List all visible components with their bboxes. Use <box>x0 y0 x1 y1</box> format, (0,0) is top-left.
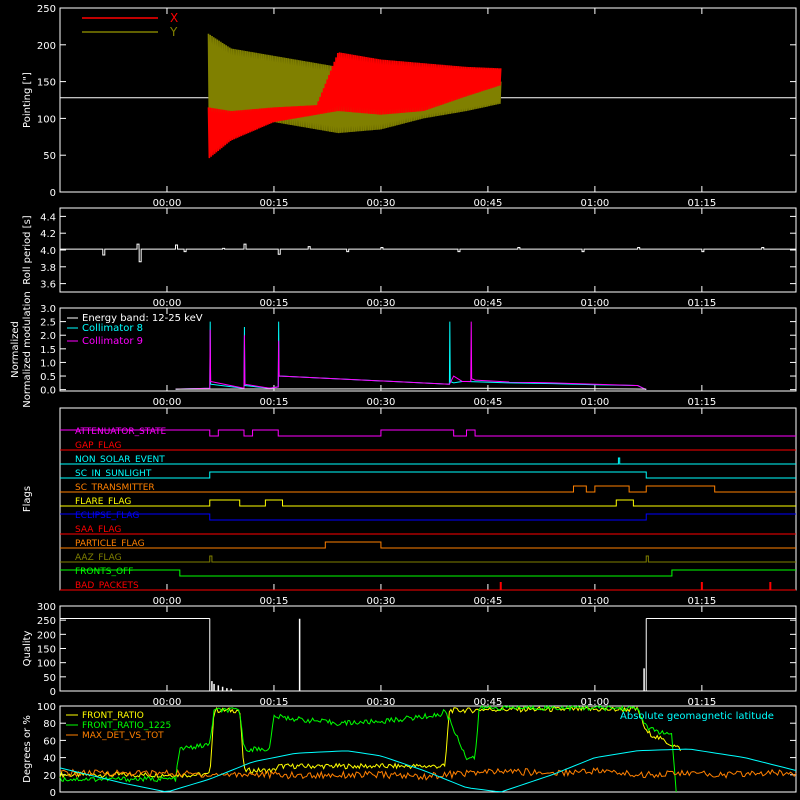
pointing-legend-label-y: Y <box>169 25 178 39</box>
panel-2-xtick-label: 00:45 <box>473 397 502 408</box>
panel-1-ytick-label: 3.8 <box>40 263 56 274</box>
panel-2-ytick-label: 1.0 <box>40 358 56 369</box>
modulation-legend-label-2: Collimator 9 <box>82 336 143 347</box>
panel-3-xtick-label: 00:30 <box>367 596 396 607</box>
panel-0-ytick-label: 50 <box>43 151 56 162</box>
panel-1-ylabel: Roll period [s] <box>22 215 33 284</box>
panel-4-ytick-label: 100 <box>37 659 56 670</box>
panel-3-xtick-label: 01:00 <box>580 596 609 607</box>
panel-1-xtick-label: 00:45 <box>473 298 502 309</box>
panel-0-xtick-label: 00:15 <box>260 198 289 209</box>
panel-0-ylabel: Pointing ["] <box>22 72 33 128</box>
panel-1-xtick-label: 00:30 <box>367 298 396 309</box>
panel-4-ytick-label: 250 <box>37 616 56 627</box>
panel-5-ytick-label: 0 <box>50 788 56 799</box>
panel-1-xtick-label: 00:00 <box>153 298 182 309</box>
panel-3-xtick-label: 00:15 <box>260 596 289 607</box>
degrees-legend-label-1: FRONT_RATIO_1225 <box>82 721 171 731</box>
panel-1-ytick-label: 3.6 <box>40 280 56 291</box>
panel-2-ylabel: Normalized modulation <box>22 291 33 408</box>
panel-0-xtick-label: 01:15 <box>687 198 716 209</box>
flag-label-attenuator_state: ATTENUATOR_STATE <box>75 427 167 437</box>
panel-5-ytick-label: 80 <box>43 719 56 730</box>
panel-5-ytick-label: 100 <box>37 702 56 713</box>
panel-2-xtick-label: 00:30 <box>367 397 396 408</box>
panel-0-xtick-label: 00:30 <box>367 198 396 209</box>
panel-2-xtick-label: 01:00 <box>580 397 609 408</box>
panel-5-ytick-label: 20 <box>43 771 56 782</box>
panel-2-ytick-label: 3.0 <box>40 304 56 315</box>
panel-5-ytick-label: 40 <box>43 754 56 765</box>
degrees-legend-label-0: FRONT_RATIO <box>82 711 144 721</box>
panel-0-xtick-label: 00:00 <box>153 198 182 209</box>
flag-label-eclipse_flag: ECLIPSE_FLAG <box>75 511 139 521</box>
panel-4-ylabel: Quality <box>22 631 33 667</box>
panel-0-xtick-label: 01:00 <box>580 198 609 209</box>
panel-5-ylabel: Degrees or % <box>22 715 33 783</box>
panel-3-xtick-label: 01:15 <box>687 596 716 607</box>
panel-3-xtick-label: 00:00 <box>153 596 182 607</box>
panel-2-ytick-label: 2.5 <box>40 318 56 329</box>
panel-1-xtick-label: 01:15 <box>687 298 716 309</box>
panel-2-ytick-label: 1.5 <box>40 345 56 356</box>
panel-4-ytick-label: 200 <box>37 630 56 641</box>
figure: 00:00 00:15 00:30 00:45 01:00 01:15 0 50 100 150 2… <box>0 0 800 800</box>
panel-3-ylabel: Flags <box>22 486 33 512</box>
panel-2-xtick-label: 01:15 <box>687 397 716 408</box>
degrees-legend-label-3: Absolute geomagnetic latitude <box>620 711 774 722</box>
panel-2-ytick-label: 0.0 <box>40 386 56 397</box>
panel-4-ytick-label: 0 <box>50 687 56 698</box>
degrees-legend-label-2: MAX_DET_VS_TOT <box>82 731 164 741</box>
pointing-legend-label-x: X <box>170 11 178 25</box>
panel-0-ytick-label: 0 <box>50 188 56 199</box>
panel-2-ytick-label: 0.5 <box>40 372 56 383</box>
panel-5-ytick-label: 60 <box>43 736 56 747</box>
panel-0-ytick-label: 100 <box>37 114 56 125</box>
panel-1-ytick-label: 4.0 <box>40 246 56 257</box>
panel-1-ytick-label: 4.2 <box>40 229 56 240</box>
panel-1-xtick-label: 01:00 <box>580 298 609 309</box>
panel-2-xtick-label: 00:15 <box>260 397 289 408</box>
panel-4-ytick-label: 50 <box>43 673 56 684</box>
panel-3-xtick-label: 00:45 <box>473 596 502 607</box>
panel-4-ytick-label: 150 <box>37 645 56 656</box>
panel-0-ytick-label: 200 <box>37 41 56 52</box>
panel-4-ytick-label: 300 <box>37 602 56 613</box>
modulation-legend-label-1: Collimator 8 <box>82 323 143 334</box>
panel-0-ytick-label: 250 <box>37 4 56 15</box>
panel-0-ytick-label: 150 <box>37 78 56 89</box>
panel-0-xtick-label: 00:45 <box>473 198 502 209</box>
panel-2-ytick-label: 2.0 <box>40 331 56 342</box>
modulation-ylabel-line1: Normalized <box>10 321 21 378</box>
flag-label-fronts_off: FRONTS_OFF <box>75 567 133 577</box>
panel-1-ytick-label: 4.4 <box>40 212 56 223</box>
panel-1-xtick-label: 00:15 <box>260 298 289 309</box>
panel-2-xtick-label: 00:00 <box>153 397 182 408</box>
